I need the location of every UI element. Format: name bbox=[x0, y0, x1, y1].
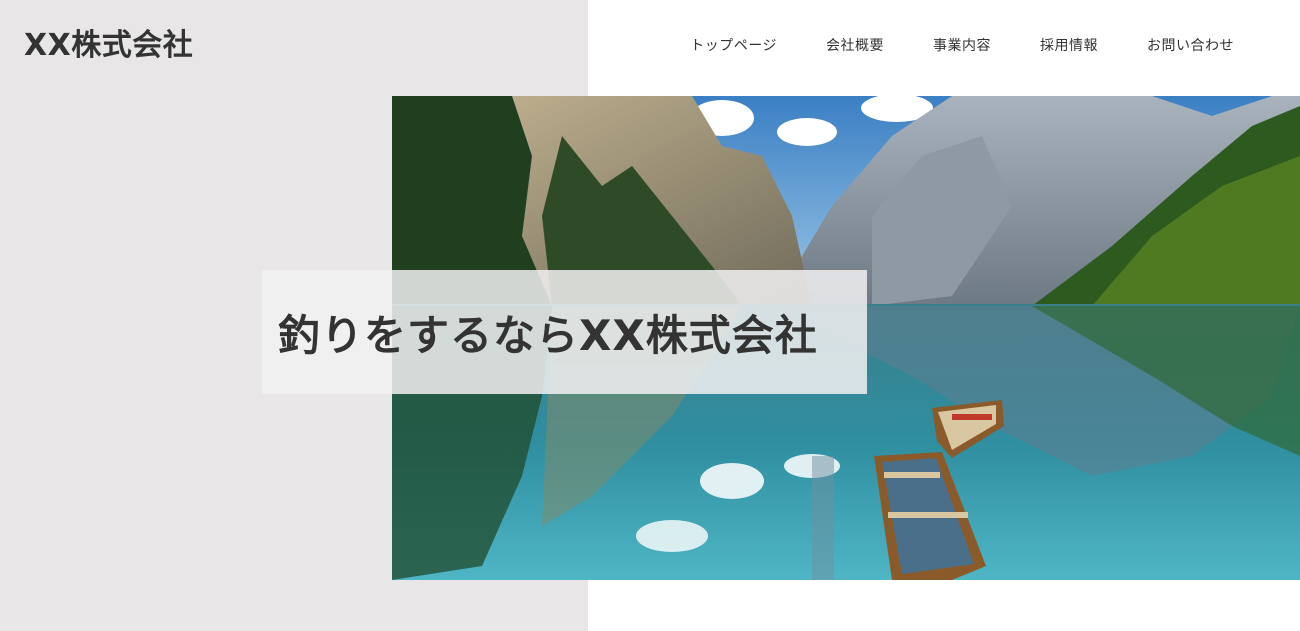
hero-catch-copy: 釣りをするならXX株式会社 bbox=[278, 310, 818, 360]
nav-item-business[interactable]: 事業内容 bbox=[933, 34, 991, 58]
nav-item-top[interactable]: トップページ bbox=[690, 34, 777, 58]
page: XX株式会社 トップページ 会社概要 事業内容 採用情報 お問い合わせ 釣りをす… bbox=[0, 0, 1300, 631]
nav-item-company[interactable]: 会社概要 bbox=[826, 34, 884, 58]
global-nav: トップページ 会社概要 事業内容 採用情報 お問い合わせ bbox=[690, 34, 1234, 58]
site-logo[interactable]: XX株式会社 bbox=[24, 26, 193, 66]
nav-item-recruit[interactable]: 採用情報 bbox=[1040, 34, 1098, 58]
hero-catch-box: 釣りをするならXX株式会社 bbox=[262, 270, 867, 394]
nav-item-contact[interactable]: お問い合わせ bbox=[1147, 34, 1234, 58]
